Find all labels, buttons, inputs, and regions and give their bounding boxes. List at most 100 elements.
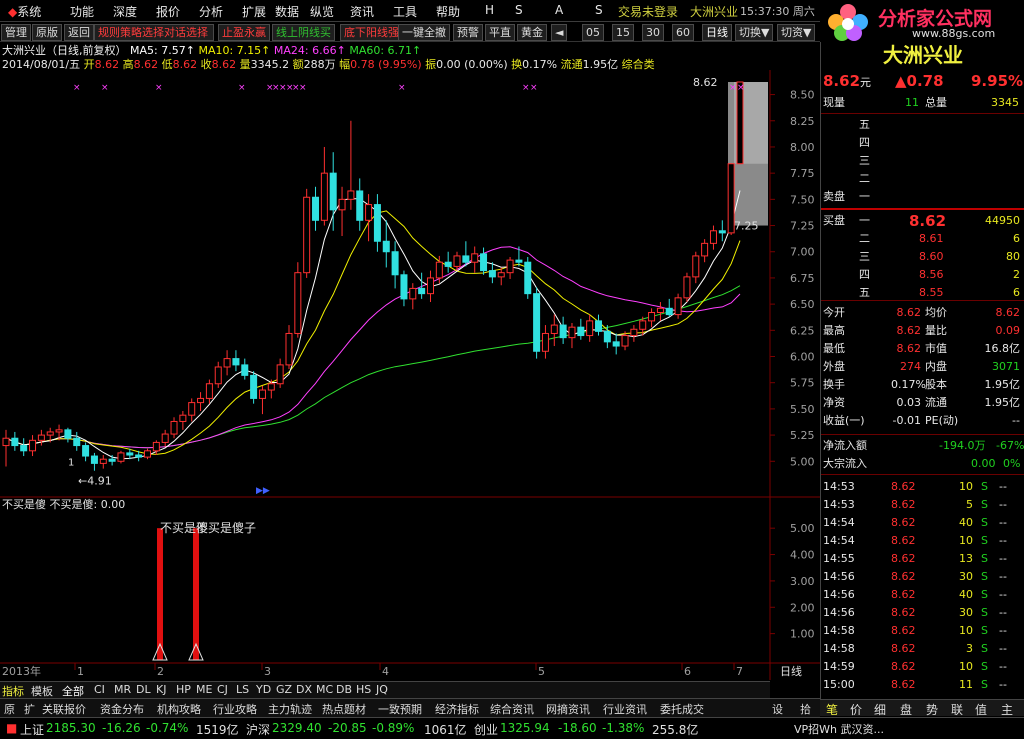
indicator-tab-ci[interactable]: CI [94, 683, 105, 696]
indicator-tab-gz[interactable]: GZ [276, 683, 292, 696]
indicator-tab-kj[interactable]: KJ [156, 683, 166, 696]
switch-dropdown[interactable]: 切换▼ [735, 24, 774, 41]
promo-link-2[interactable]: 止盈永赢 [218, 24, 270, 41]
menu-item-help[interactable]: 帮助 [436, 3, 460, 20]
tick-extra: -- [999, 534, 1007, 547]
indicator-tab-db[interactable]: DB [336, 683, 352, 696]
indicator-tab-jq[interactable]: JQ [376, 683, 388, 696]
tick-price: 8.62 [891, 516, 916, 529]
menu-item-extend[interactable]: 扩展 [242, 3, 266, 20]
indicator-tab-ls[interactable]: LS [236, 683, 249, 696]
trade-status[interactable]: 交易未登录 [618, 3, 678, 20]
info-tab-2[interactable]: 关联报价 [42, 701, 86, 717]
flat-button[interactable]: 平直 [485, 24, 515, 41]
info-tab-15[interactable]: 拾 [800, 701, 811, 717]
ind-y-tick-label: 5.00 [790, 522, 815, 535]
menu-letter-s[interactable]: S [515, 3, 523, 17]
original-button[interactable]: 原版 [32, 24, 62, 41]
info-tab-12[interactable]: 行业资讯 [603, 701, 647, 717]
menu-item-analysis[interactable]: 分析 [199, 3, 223, 20]
menu-letter-a[interactable]: A [555, 3, 563, 17]
candle-body [356, 190, 364, 221]
indicator-tab-dl[interactable]: DL [136, 683, 151, 696]
kline-chart[interactable]: 8.50 8.25 8.00 7.75 7.50 7.25 7.00 6.75 6.50 6.25… [0, 70, 820, 700]
candle-body [285, 332, 293, 366]
tick-volume: 40 [959, 588, 973, 601]
promo-link-3[interactable]: 线上阴线买 [272, 24, 335, 41]
tab-trades[interactable]: 笔 [826, 701, 838, 718]
info-tab-11[interactable]: 网摘资讯 [546, 701, 590, 717]
period-daily-button[interactable]: 日线 [702, 24, 732, 41]
indicator-tab-全部[interactable]: 全部 [62, 683, 84, 699]
period-5-button[interactable]: 05 [582, 24, 604, 41]
indicator-tab-模板[interactable]: 模板 [31, 683, 53, 699]
candle-body [232, 358, 240, 366]
y-tick-label: 7.00 [790, 246, 815, 259]
info-tab-9[interactable]: 经济指标 [435, 701, 479, 717]
indicator-tab-hs[interactable]: HS [356, 683, 371, 696]
menu-item-overview[interactable]: 纵览 [310, 3, 334, 20]
tab-related[interactable]: 联 [951, 701, 963, 718]
ind-y-tick-label: 1.00 [790, 628, 815, 641]
tab-book[interactable]: 盘 [900, 701, 912, 718]
candle-body [586, 320, 594, 337]
info-tab-13[interactable]: 委托成交 [660, 701, 704, 717]
tab-detail[interactable]: 细 [874, 701, 886, 718]
period-30-button[interactable]: 30 [642, 24, 664, 41]
bigflow-value: 0.00 [971, 457, 996, 470]
tick-side: S [981, 552, 988, 565]
gold-button[interactable]: 黄金 [517, 24, 547, 41]
ma5-line [5, 190, 741, 460]
switch-stock-dropdown[interactable]: 切资▼ [777, 24, 816, 41]
tab-value[interactable]: 值 [975, 701, 987, 718]
menu-item-quote[interactable]: 报价 [156, 3, 180, 20]
period-60-button[interactable]: 60 [672, 24, 694, 41]
tab-price[interactable]: 价 [850, 701, 862, 718]
menu-item-data[interactable]: 数据 [275, 3, 299, 20]
info-tab-5[interactable]: 行业攻略 [213, 701, 257, 717]
alert-button[interactable]: 预警 [453, 24, 483, 41]
indicator-tab-cj[interactable]: CJ [217, 683, 228, 696]
one-click-cancel-button[interactable]: 一键全撤 [398, 24, 450, 41]
x-tick-label: 1 [77, 665, 84, 678]
info-tab-0[interactable]: 原 [4, 701, 15, 717]
menu-item-news[interactable]: 资讯 [350, 3, 374, 20]
panel-stock-name: 大洲兴业 [883, 43, 963, 67]
y-tick-label: 8.25 [790, 115, 815, 128]
indicator-tab-yd[interactable]: YD [256, 683, 271, 696]
news-ticker[interactable]: VP招Wh 武汉资... [794, 721, 884, 737]
indicator-tab-me[interactable]: ME [196, 683, 212, 696]
tab-trend[interactable]: 势 [926, 701, 938, 718]
info-tab-10[interactable]: 综合资讯 [490, 701, 534, 717]
sh-pct: -0.74% [146, 721, 189, 735]
tick-side: S [981, 642, 988, 655]
info-tab-4[interactable]: 机构攻略 [157, 701, 201, 717]
menu-item-depth[interactable]: 深度 [113, 3, 137, 20]
menu-item-function[interactable]: 功能 [70, 3, 94, 20]
info-tab-14[interactable]: 设 [772, 701, 783, 717]
info-tab-8[interactable]: 一致预期 [378, 701, 422, 717]
info-tab-3[interactable]: 资金分布 [100, 701, 144, 717]
period-15-button[interactable]: 15 [612, 24, 634, 41]
info-tab-6[interactable]: 主力轨迹 [268, 701, 312, 717]
indicator-tab-mc[interactable]: MC [316, 683, 333, 696]
tick-side: S [981, 498, 988, 511]
tab-main[interactable]: 主 [1001, 701, 1013, 718]
signal-marker: × [522, 83, 530, 93]
menu-item-tools[interactable]: 工具 [393, 3, 417, 20]
info-tab-1[interactable]: 扩 [24, 701, 35, 717]
menu-letter-s2[interactable]: S [595, 3, 603, 17]
indicator-tab-hp[interactable]: HP [176, 683, 191, 696]
indicator-tab-dx[interactable]: DX [296, 683, 312, 696]
manage-button[interactable]: 管理 [1, 24, 31, 41]
indicator-tab-mr[interactable]: MR [114, 683, 131, 696]
x-tick-label: 3 [264, 665, 271, 678]
menu-item-system[interactable]: ◆系统 [8, 3, 41, 20]
promo-link-4[interactable]: 底下阳线强 [340, 24, 403, 41]
left-arrow-button[interactable]: ◄ [551, 24, 568, 41]
indicator-tab-指标[interactable]: 指标 [2, 683, 24, 699]
promo-link-1[interactable]: 规则策略选择对话选择 [94, 24, 214, 41]
menu-letter-h[interactable]: H [485, 3, 494, 17]
info-tab-7[interactable]: 热点题材 [322, 701, 366, 717]
back-button[interactable]: 返回 [64, 24, 94, 41]
